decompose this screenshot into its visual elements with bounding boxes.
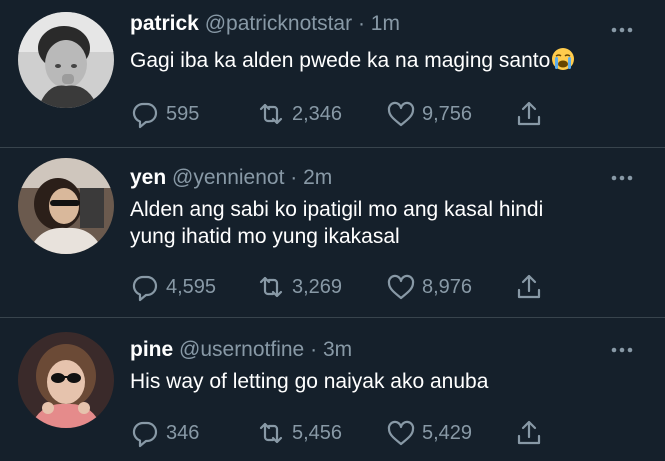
tweet-text-line: His way of letting go naiyak ako anuba bbox=[130, 370, 489, 393]
tweet-text-line: Alden ang sabi ko ipatigil mo ang kasal … bbox=[130, 198, 544, 221]
reply-button[interactable]: 4,595 bbox=[130, 272, 216, 302]
like-count: 5,429 bbox=[422, 421, 473, 444]
share-icon[interactable] bbox=[514, 99, 544, 129]
more-icon[interactable] bbox=[609, 168, 635, 188]
tweet-header: pine @usernotfine · 3m bbox=[130, 338, 352, 362]
retweet-icon bbox=[259, 422, 283, 444]
tweet-text: Alden ang sabi ko ipatigil mo ang kasal … bbox=[130, 196, 543, 250]
separator: · bbox=[357, 12, 365, 35]
user-handle[interactable]: @usernotfine bbox=[179, 338, 304, 361]
tweet-actions: 4,595 3,269 8,976 bbox=[130, 272, 650, 302]
reply-icon bbox=[132, 421, 158, 448]
like-icon bbox=[387, 101, 415, 127]
like-count: 9,756 bbox=[422, 102, 473, 125]
retweet-button[interactable]: 5,456 bbox=[256, 418, 342, 448]
tweet-actions: 346 5,456 5,429 bbox=[130, 418, 650, 448]
avatar[interactable] bbox=[18, 158, 114, 254]
avatar[interactable] bbox=[18, 332, 114, 428]
like-icon bbox=[387, 420, 415, 446]
separator: · bbox=[310, 338, 318, 361]
retweet-icon bbox=[259, 103, 283, 125]
timestamp[interactable]: 2m bbox=[303, 166, 332, 189]
share-icon[interactable] bbox=[514, 418, 544, 448]
tweet-actions: 595 2,346 9,756 bbox=[130, 99, 650, 129]
tweet[interactable]: yen @yennienot · 2m Alden ang sabi ko ip… bbox=[0, 148, 665, 318]
display-name[interactable]: patrick bbox=[130, 12, 199, 35]
retweet-button[interactable]: 3,269 bbox=[256, 272, 342, 302]
tweet-text-line: Gagi iba ka alden pwede ka na maging san… bbox=[130, 49, 551, 72]
avatar-photo bbox=[18, 12, 114, 108]
share-icon[interactable] bbox=[514, 272, 544, 302]
tweet-text: His way of letting go naiyak ako anuba bbox=[130, 368, 488, 395]
reply-count: 595 bbox=[166, 102, 200, 125]
display-name[interactable]: yen bbox=[130, 166, 166, 189]
like-count: 8,976 bbox=[422, 275, 473, 298]
tweet[interactable]: pine @usernotfine · 3m His way of lettin… bbox=[0, 318, 665, 461]
retweet-count: 3,269 bbox=[292, 275, 343, 298]
user-handle[interactable]: @patricknotstar bbox=[205, 12, 352, 35]
like-button[interactable]: 5,429 bbox=[386, 418, 472, 448]
retweet-icon bbox=[259, 276, 283, 298]
reply-icon bbox=[132, 275, 158, 302]
reply-count: 346 bbox=[166, 421, 200, 444]
avatar[interactable] bbox=[18, 12, 114, 108]
avatar-photo bbox=[18, 158, 114, 254]
more-icon[interactable] bbox=[609, 20, 635, 40]
timeline: patrick @patricknotstar · 1m Gagi iba ka… bbox=[0, 0, 665, 461]
reply-icon bbox=[132, 102, 158, 129]
like-button[interactable]: 9,756 bbox=[386, 99, 472, 129]
reply-button[interactable]: 346 bbox=[130, 418, 199, 448]
retweet-count: 2,346 bbox=[292, 102, 343, 125]
tweet-text-line: yung ihatid mo yung ikakasal bbox=[130, 225, 400, 248]
tweet[interactable]: patrick @patricknotstar · 1m Gagi iba ka… bbox=[0, 0, 665, 148]
like-icon bbox=[387, 274, 415, 300]
tweet-header: patrick @patricknotstar · 1m bbox=[130, 12, 400, 36]
display-name[interactable]: pine bbox=[130, 338, 173, 361]
tweet-text: Gagi iba ka alden pwede ka na maging san… bbox=[130, 47, 575, 74]
timestamp[interactable]: 1m bbox=[371, 12, 400, 35]
tweet-header: yen @yennienot · 2m bbox=[130, 166, 332, 190]
reply-count: 4,595 bbox=[166, 275, 217, 298]
retweet-count: 5,456 bbox=[292, 421, 343, 444]
loudly-crying-face-icon bbox=[551, 47, 575, 71]
like-button[interactable]: 8,976 bbox=[386, 272, 472, 302]
retweet-button[interactable]: 2,346 bbox=[256, 99, 342, 129]
user-handle[interactable]: @yennienot bbox=[172, 166, 284, 189]
more-icon[interactable] bbox=[609, 340, 635, 360]
timestamp[interactable]: 3m bbox=[323, 338, 352, 361]
avatar-photo bbox=[18, 332, 114, 428]
separator: · bbox=[290, 166, 298, 189]
reply-button[interactable]: 595 bbox=[130, 99, 199, 129]
